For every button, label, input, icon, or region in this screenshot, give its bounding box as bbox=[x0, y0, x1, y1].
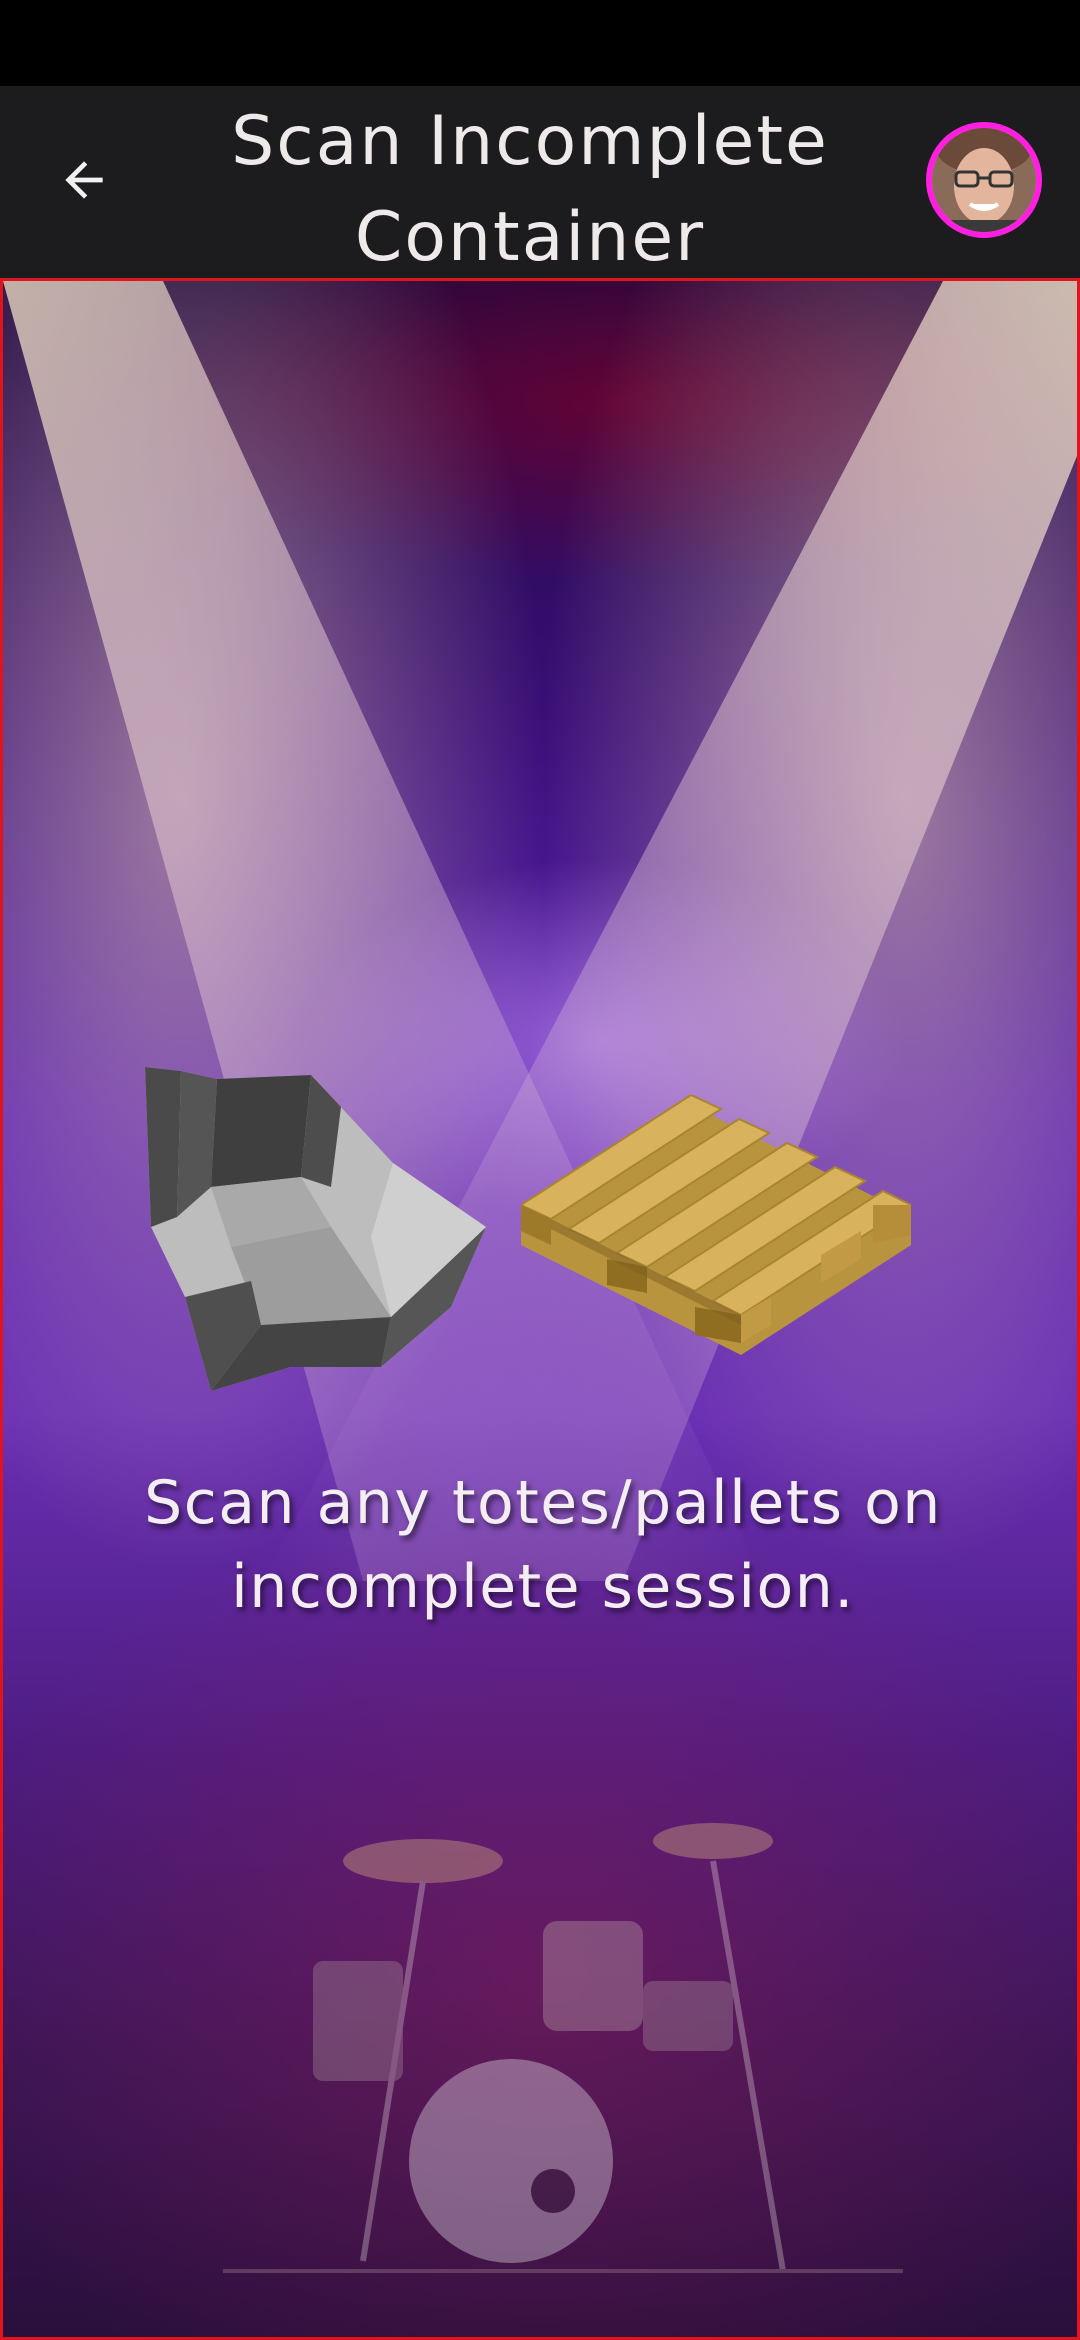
instruction-text: Scan any totes/pallets on incomplete ses… bbox=[144, 1468, 942, 1622]
drum-kit-background bbox=[223, 1823, 903, 2273]
page-title: Scan Incomplete Container bbox=[231, 102, 829, 277]
arrow-left-icon bbox=[65, 161, 103, 199]
wooden-pallet-icon bbox=[521, 1095, 911, 1355]
stage-background: Scan any totes/pallets on incomplete ses… bbox=[0, 278, 1080, 2340]
user-avatar-image bbox=[932, 128, 1036, 232]
back-button[interactable] bbox=[44, 132, 124, 228]
app-header: Scan Incomplete Container bbox=[0, 86, 1080, 278]
status-bar bbox=[0, 0, 1080, 86]
tote-bin-icon bbox=[145, 1067, 486, 1391]
avatar[interactable] bbox=[926, 122, 1042, 238]
